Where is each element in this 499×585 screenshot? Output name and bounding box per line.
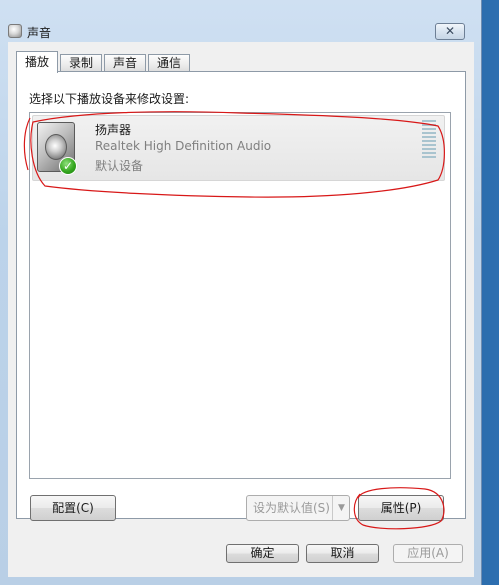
tab-playback[interactable]: 播放 [16, 51, 59, 73]
configure-button[interactable]: 配置(C) [30, 495, 116, 521]
set-default-label: 设为默认值(S) [253, 501, 330, 515]
speaker-app-icon [8, 24, 22, 38]
level-meter-bar [422, 120, 436, 122]
level-meter-bar [422, 152, 436, 154]
device-name: 扬声器 [95, 123, 132, 137]
tab-sounds[interactable]: 声音 [104, 54, 147, 72]
playback-device-list[interactable]: ✓ 扬声器 Realtek High Definition Audio 默认设备 [29, 112, 451, 479]
tab-recording[interactable]: 录制 [60, 54, 103, 72]
ok-button[interactable]: 确定 [226, 544, 299, 563]
playback-tab-panel: 选择以下播放设备来修改设置: ✓ 扬声器 Realtek High Defini… [16, 71, 466, 519]
close-icon: ✕ [444, 24, 456, 38]
level-meter-bar [422, 132, 436, 134]
title-bar[interactable]: 声音 ✕ [0, 0, 482, 42]
speaker-cone-shape [45, 134, 67, 160]
set-default-button[interactable]: 设为默认值(S) ▼ [246, 495, 350, 521]
level-meter-bar [422, 144, 436, 146]
level-meter-bar [422, 148, 436, 150]
speaker-icon: ✓ [37, 122, 77, 175]
apply-button[interactable]: 应用(A) [393, 544, 463, 563]
green-check-icon: ✓ [59, 157, 77, 175]
level-meter-bar [422, 156, 436, 158]
window-title: 声音 [27, 26, 52, 40]
dialog-client-area: 播放 录制 声音 通信 选择以下播放设备来修改设置: ✓ 扬声器 Realtek… [8, 42, 474, 577]
device-item-speakers[interactable]: ✓ 扬声器 Realtek High Definition Audio 默认设备 [32, 115, 445, 181]
cancel-button[interactable]: 取消 [306, 544, 379, 563]
level-meter-bar [422, 128, 436, 130]
tab-strip: 播放 录制 声音 通信 [16, 50, 192, 73]
device-status: 默认设备 [95, 159, 144, 173]
properties-button[interactable]: 属性(P) [358, 495, 444, 521]
sound-dialog-window: 声音 ✕ 播放 录制 声音 通信 选择以下播放设备来修改设置: ✓ 扬声器 Re… [0, 0, 482, 585]
close-button[interactable]: ✕ [435, 23, 465, 40]
chevron-down-icon[interactable]: ▼ [332, 496, 350, 520]
volume-level-meter [422, 120, 436, 160]
level-meter-bar [422, 124, 436, 126]
instruction-label: 选择以下播放设备来修改设置: [29, 92, 190, 106]
tab-communications[interactable]: 通信 [148, 54, 191, 72]
level-meter-bar [422, 136, 436, 138]
level-meter-bar [422, 140, 436, 142]
device-driver: Realtek High Definition Audio [95, 139, 272, 153]
